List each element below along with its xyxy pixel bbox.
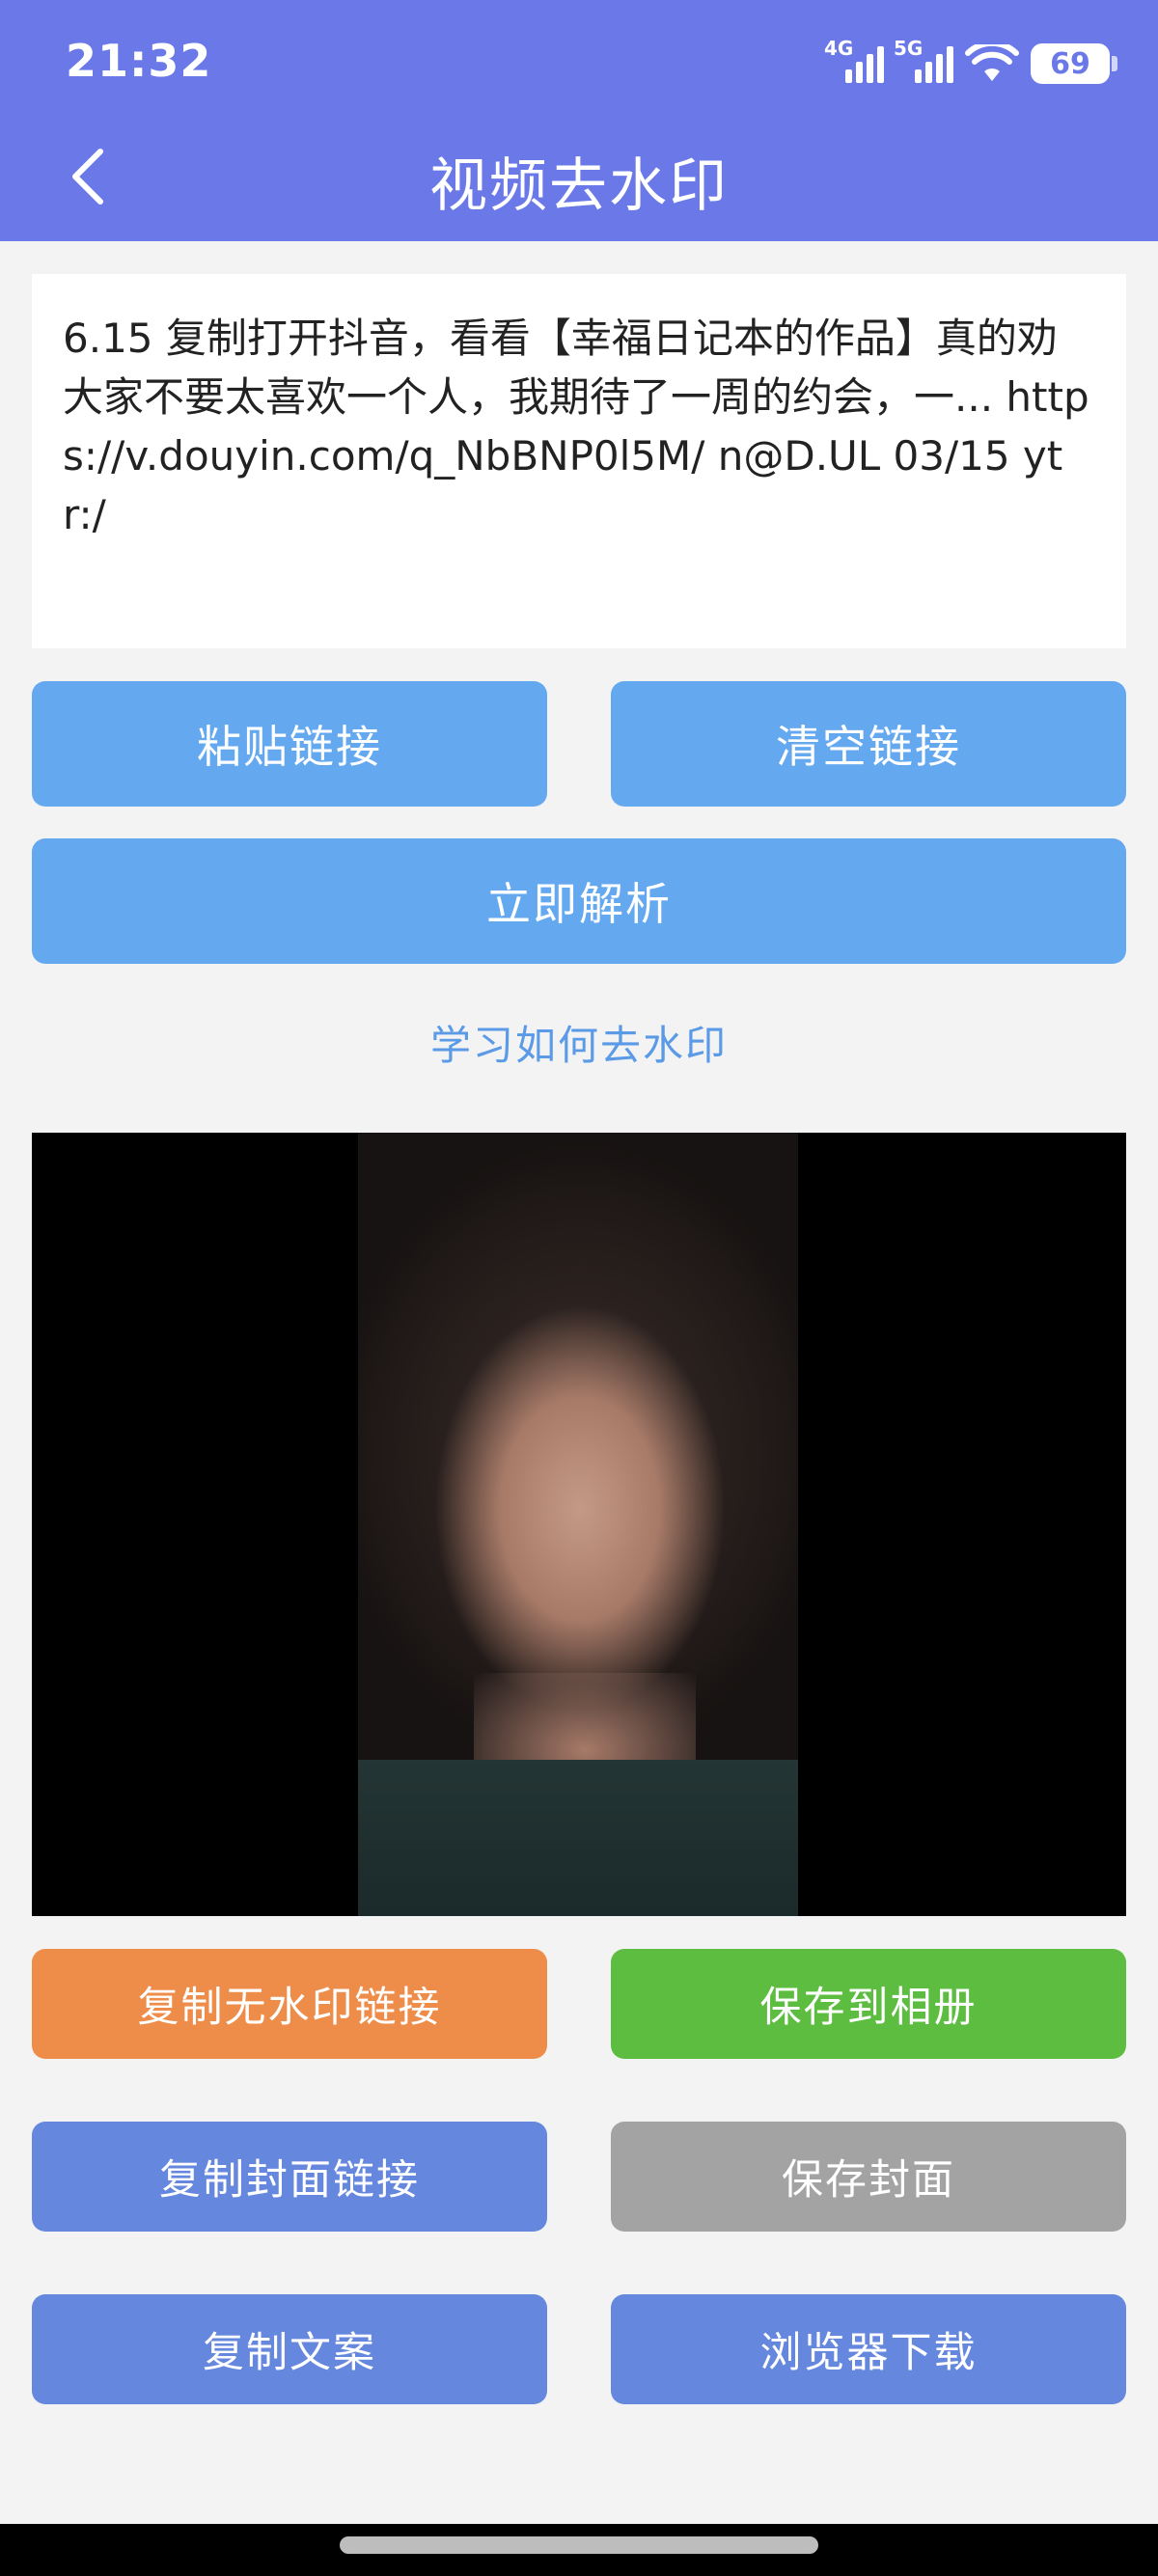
page-title: 视频去水印: [429, 152, 729, 220]
link-input-box[interactable]: 6.15 复制打开抖音，看看【幸福日记本的作品】真的劝大家不要太喜欢一个人，我期…: [32, 274, 1126, 648]
browser-download-button[interactable]: 浏览器下载: [611, 2294, 1126, 2404]
wifi-icon: [965, 44, 1019, 81]
save-to-album-button[interactable]: 保存到相册: [611, 1949, 1126, 2059]
signal-5g-icon: 5G: [894, 37, 953, 83]
copy-cover-link-button[interactable]: 复制封面链接: [32, 2122, 547, 2232]
parse-now-button[interactable]: 立即解析: [32, 838, 1126, 964]
battery-icon: 69: [1031, 43, 1117, 84]
video-frame: [358, 1133, 798, 1916]
status-icons: 4G 5G 69: [824, 37, 1117, 87]
learn-remove-watermark-link[interactable]: 学习如何去水印: [0, 1013, 1158, 1072]
paste-link-button[interactable]: 粘贴链接: [32, 681, 547, 807]
signal-4g-icon: 4G: [824, 37, 884, 83]
link-input-text[interactable]: 6.15 复制打开抖音，看看【幸福日记本的作品】真的劝大家不要太喜欢一个人，我期…: [63, 309, 1095, 544]
video-player[interactable]: [32, 1133, 1126, 1916]
copy-no-watermark-link-button[interactable]: 复制无水印链接: [32, 1949, 547, 2059]
save-cover-button[interactable]: 保存封面: [611, 2122, 1126, 2232]
app-header: 21:32 4G 5G 69 视频去水印: [0, 0, 1158, 241]
network-5g-label: 5G: [894, 37, 924, 60]
copy-text-button[interactable]: 复制文案: [32, 2294, 547, 2404]
status-time: 21:32: [66, 35, 212, 87]
clear-link-button[interactable]: 清空链接: [611, 681, 1126, 807]
home-indicator[interactable]: [340, 2536, 818, 2554]
network-4g-label: 4G: [824, 37, 854, 60]
